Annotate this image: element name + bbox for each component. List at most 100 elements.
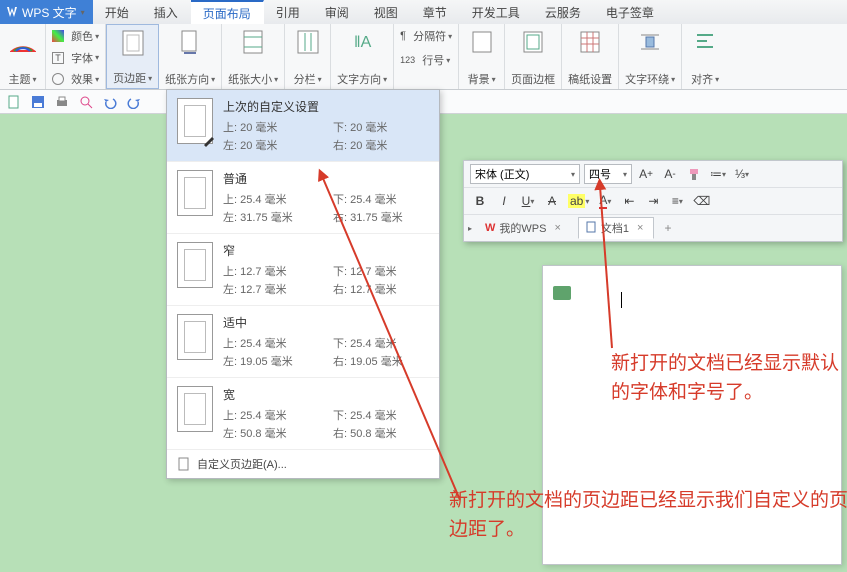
ribbon-align[interactable]: 对齐▾: [682, 24, 728, 89]
ribbon-theme[interactable]: 主题▾: [0, 24, 46, 89]
ribbon-font[interactable]: T 字体▾: [52, 50, 99, 66]
margins-last-title: 上次的自定义设置: [223, 98, 429, 115]
ribbon-color[interactable]: 颜色▾: [52, 28, 99, 44]
background-icon: [468, 28, 496, 56]
margins-thumb-icon: [177, 386, 213, 432]
tab-signature[interactable]: 电子签章: [594, 0, 667, 24]
ribbon-breaks-group: ¶ 分隔符▾ 123 行号▾: [394, 24, 459, 89]
tab-cloud[interactable]: 云服务: [533, 0, 594, 24]
format-row-2: B I U▾ A ab▾ A▾ ⇤ ⇥ ≡▾ ⌫: [464, 188, 842, 215]
increase-font-button[interactable]: A+: [636, 164, 656, 184]
ribbon-size[interactable]: 纸张大小▾: [222, 24, 285, 89]
format-painter-button[interactable]: [684, 164, 704, 184]
tab-insert[interactable]: 插入: [142, 0, 191, 24]
linenum-icon: 123: [400, 55, 415, 65]
tab-start[interactable]: 开始: [93, 0, 142, 24]
ribbon-breaks[interactable]: ¶ 分隔符▾: [400, 28, 452, 44]
ribbon-page-border[interactable]: 页面边框: [505, 24, 562, 89]
margins-option-normal[interactable]: 普通 上: 25.4 毫米 下: 25.4 毫米 左: 31.75 毫米 右: …: [167, 162, 439, 234]
ribbon-columns[interactable]: 分栏▾: [285, 24, 331, 89]
tab-view[interactable]: 视图: [362, 0, 411, 24]
font-color-button[interactable]: A▾: [595, 191, 615, 211]
ribbon-effect[interactable]: 效果▾: [52, 71, 99, 87]
app-badge: WPS 文字 ▾: [0, 0, 93, 24]
app-name: WPS 文字: [22, 4, 77, 21]
theme-icon: [9, 28, 37, 56]
brush-icon: [687, 167, 701, 181]
outdent-button[interactable]: ⇤: [619, 191, 639, 211]
chevron-down-icon[interactable]: ▾: [81, 8, 85, 17]
annotation-right: 新打开的文档已经显示默认的字体和字号了。: [611, 350, 841, 407]
redo-icon[interactable]: [126, 94, 142, 110]
wps-logo-icon: W: [485, 222, 495, 234]
tab-chapter[interactable]: 章节: [411, 0, 460, 24]
font-size-select[interactable]: 四号▾: [584, 164, 632, 184]
print-icon[interactable]: [54, 94, 70, 110]
break-icon: ¶: [400, 30, 406, 42]
ribbon-text-direction[interactable]: ‖A 文字方向▾: [331, 24, 394, 89]
margins-icon: [119, 29, 147, 57]
underline-button[interactable]: U▾: [518, 191, 538, 211]
tab-document-1[interactable]: 文档1 ×: [578, 217, 655, 239]
align-icon: [691, 28, 719, 56]
floating-toolbar: 宋体 (正文)▾ 四号▾ A+ A- ≔▾ ⅓▾ B I U▾ A ab▾ A▾…: [463, 160, 843, 242]
columns-icon: [294, 28, 322, 56]
strike-button[interactable]: A: [542, 191, 562, 211]
new-icon[interactable]: [6, 94, 22, 110]
tab-list-icon[interactable]: ▸: [468, 224, 472, 233]
page-border-icon: [519, 28, 547, 56]
font-family-select[interactable]: 宋体 (正文)▾: [470, 164, 580, 184]
tab-references[interactable]: 引用: [264, 0, 313, 24]
highlight-button[interactable]: ab▾: [566, 191, 591, 211]
svg-text:‖A: ‖A: [354, 34, 372, 51]
margins-option-custom[interactable]: 自定义页边距(A)...: [167, 450, 439, 478]
page-size-icon: [239, 28, 267, 56]
tab-review[interactable]: 审阅: [313, 0, 362, 24]
undo-icon[interactable]: [102, 94, 118, 110]
close-icon[interactable]: ×: [633, 222, 647, 234]
text-direction-icon: ‖A: [348, 28, 376, 56]
format-row-1: 宋体 (正文)▾ 四号▾ A+ A- ≔▾ ⅓▾: [464, 161, 842, 188]
bullets-button[interactable]: ≔▾: [708, 164, 728, 184]
ribbon-wrap[interactable]: 文字环绕▾: [619, 24, 682, 89]
margins-dropdown: 上次的自定义设置 上: 20 毫米 下: 20 毫米 左: 20 毫米 右: 2…: [166, 89, 440, 479]
wrap-icon: [636, 28, 664, 56]
bold-button[interactable]: B: [470, 191, 490, 211]
pencil-icon: [202, 133, 216, 147]
annotation-bottom: 新打开的文档的页边距已经显示我们自定义的页边距了。: [449, 487, 847, 544]
save-icon[interactable]: [30, 94, 46, 110]
preview-icon[interactable]: [78, 94, 94, 110]
ribbon-margins[interactable]: 页边距▾: [106, 24, 159, 89]
numbering-button[interactable]: ⅓▾: [732, 164, 752, 184]
text-cursor: [621, 292, 622, 308]
margins-option-moderate[interactable]: 适中 上: 25.4 毫米 下: 25.4 毫米 左: 19.05 毫米 右: …: [167, 306, 439, 378]
manuscript-icon: [576, 28, 604, 56]
margins-option-narrow[interactable]: 窄 上: 12.7 毫米 下: 12.7 毫米 左: 12.7 毫米 右: 12…: [167, 234, 439, 306]
ribbon-line-numbers[interactable]: 123 行号▾: [400, 52, 450, 68]
clear-format-button[interactable]: ⌫: [691, 191, 712, 211]
ribbon-manuscript[interactable]: 稿纸设置: [562, 24, 619, 89]
main-tabs: 开始 插入 页面布局 引用 审阅 视图 章节 开发工具 云服务 电子签章: [93, 0, 667, 24]
tab-my-wps[interactable]: W 我的WPS ×: [478, 217, 572, 239]
tab-developer[interactable]: 开发工具: [460, 0, 533, 24]
margins-option-wide[interactable]: 宽 上: 25.4 毫米 下: 25.4 毫米 左: 50.8 毫米 右: 50…: [167, 378, 439, 450]
ribbon-orientation[interactable]: 纸张方向▾: [159, 24, 222, 89]
close-icon[interactable]: ×: [550, 222, 564, 234]
tab-page-layout[interactable]: 页面布局: [191, 0, 264, 24]
margins-thumb-icon: [177, 242, 213, 288]
decrease-font-button[interactable]: A-: [660, 164, 680, 184]
ribbon-background[interactable]: 背景▾: [459, 24, 505, 89]
margins-thumb-icon: [177, 314, 213, 360]
ribbon-theme-opts: 颜色▾ T 字体▾ 效果▾: [46, 24, 106, 89]
line-spacing-button[interactable]: ≡▾: [667, 191, 687, 211]
section-badge-icon[interactable]: [553, 286, 571, 300]
new-tab-button[interactable]: +: [660, 221, 675, 235]
doc-tabs: ▸ W 我的WPS × 文档1 × +: [464, 215, 842, 241]
font-icon: T: [52, 52, 64, 64]
document-icon: [585, 221, 597, 236]
margins-option-last-custom[interactable]: 上次的自定义设置 上: 20 毫米 下: 20 毫米 左: 20 毫米 右: 2…: [167, 90, 439, 162]
italic-button[interactable]: I: [494, 191, 514, 211]
page-icon: [177, 457, 191, 471]
indent-button[interactable]: ⇥: [643, 191, 663, 211]
margins-thumb-icon: [177, 170, 213, 216]
